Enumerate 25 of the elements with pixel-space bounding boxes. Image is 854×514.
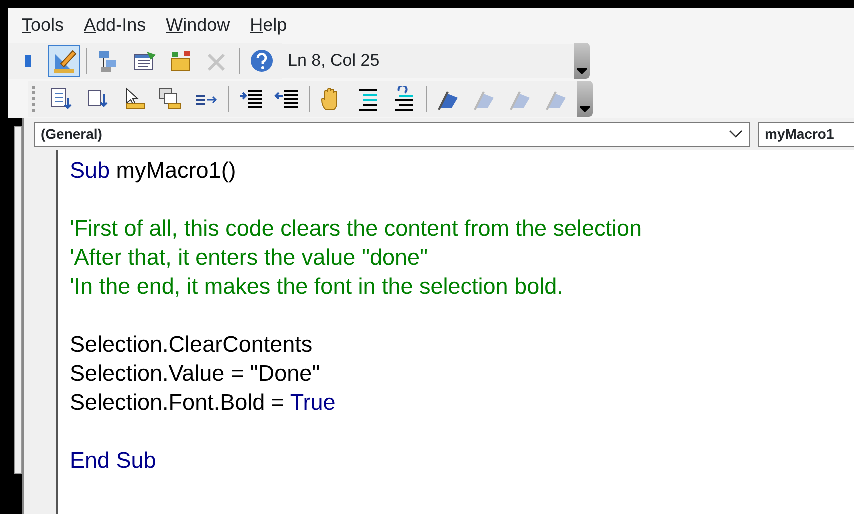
code-line: End Sub (70, 447, 158, 475)
code-line: Selection.Font.Bold = True (70, 389, 337, 417)
help-icon (249, 48, 275, 74)
code-line: Selection.ClearContents (70, 331, 314, 359)
code-line: Sub myMacro1() (70, 157, 238, 185)
code-line: 'First of all, this code clears the content from the selection (70, 215, 644, 243)
code-line: 'After that, it enters the value "done" (70, 244, 429, 272)
square-icon (25, 55, 31, 67)
menu-item[interactable]: Tools (22, 12, 64, 38)
code-line: Selection.Value = "Done" (70, 360, 322, 388)
menu-item[interactable]: Add-Ins (84, 12, 146, 38)
menu-item[interactable]: Help (250, 12, 288, 38)
toolbar-options-button[interactable] (574, 43, 590, 79)
procedure-dropdown[interactable]: myMacro1 (758, 122, 854, 146)
chevron-down-icon (580, 105, 590, 112)
chevron-down-icon (729, 130, 743, 138)
code-line: 'In the end, it makes the font in the selection bold. (70, 273, 564, 301)
cursor-position-field: Ln 8, Col 25 (282, 44, 574, 78)
code-editor[interactable] (58, 150, 854, 514)
menu-item[interactable]: Window (166, 12, 230, 38)
toolbar-options-button[interactable] (577, 81, 593, 117)
ruler-pencil-icon (51, 48, 77, 74)
object-dropdown[interactable]: (General) (34, 122, 750, 146)
ruler-pencil-button[interactable] (48, 45, 80, 77)
chevron-down-icon (577, 67, 587, 74)
